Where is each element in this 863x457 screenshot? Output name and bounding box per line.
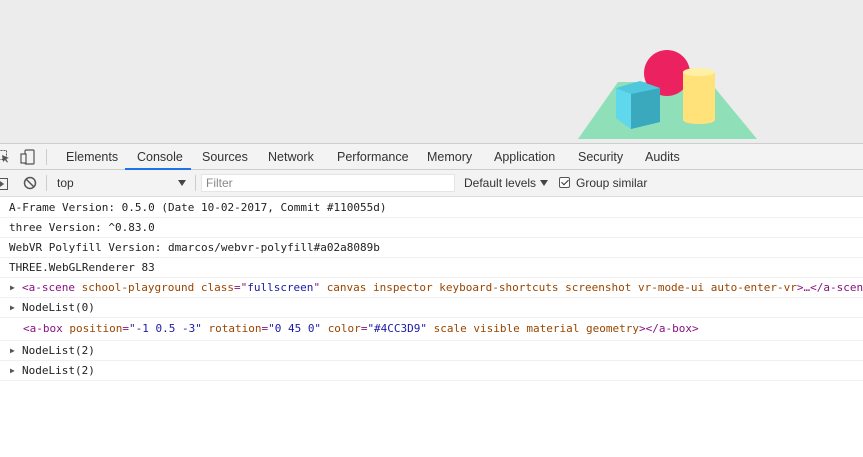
console-message-abox[interactable]: <a-box position="-1 0.5 -3" rotation="0 … <box>0 318 863 341</box>
tab-security[interactable]: Security <box>578 144 623 170</box>
console-message-nodelist[interactable]: ▶ NodeList(2) <box>0 361 863 381</box>
tab-memory[interactable]: Memory <box>427 144 472 170</box>
expand-triangle-icon[interactable]: ▶ <box>10 298 15 317</box>
ascene-element[interactable]: <a-scene school-playground class="fullsc… <box>22 278 863 297</box>
console-message-text: THREE.WebGLRenderer 83 <box>9 261 155 274</box>
nodelist-label[interactable]: NodeList(2) <box>22 361 95 380</box>
context-selector-label: top <box>57 176 74 190</box>
tab-application[interactable]: Application <box>494 144 555 170</box>
console-message: A-Frame Version: 0.5.0 (Date 10-02-2017,… <box>0 198 863 218</box>
log-levels-label: Default levels <box>464 176 537 190</box>
inspect-element-icon[interactable] <box>0 150 10 163</box>
aframe-scene-render <box>578 50 757 139</box>
box-side <box>631 88 660 129</box>
log-levels-dropdown[interactable]: Default levels <box>460 170 552 196</box>
group-similar-label: Group similar <box>576 176 648 190</box>
tabbar-divider <box>46 149 47 165</box>
expand-triangle-icon[interactable]: ▶ <box>10 341 15 360</box>
toolbar-divider-2 <box>195 175 196 191</box>
tab-console[interactable]: Console <box>137 144 183 170</box>
console-output: A-Frame Version: 0.5.0 (Date 10-02-2017,… <box>0 198 863 381</box>
expand-triangle-icon[interactable]: ▶ <box>10 361 15 380</box>
devtools-tabbar: Elements Console Sources Network Perform… <box>0 143 863 170</box>
filter-input[interactable] <box>201 174 455 192</box>
console-message-nodelist[interactable]: ▶ NodeList(0) <box>0 298 863 318</box>
tab-audits[interactable]: Audits <box>645 144 680 170</box>
cylinder-base <box>683 116 715 124</box>
tab-performance[interactable]: Performance <box>337 144 409 170</box>
log-levels-dropdown-icon <box>540 180 548 186</box>
tab-elements[interactable]: Elements <box>66 144 118 170</box>
tab-sources[interactable]: Sources <box>202 144 248 170</box>
console-message: WebVR Polyfill Version: dmarcos/webvr-po… <box>0 238 863 258</box>
context-dropdown-icon <box>178 180 186 186</box>
console-message: THREE.WebGLRenderer 83 <box>0 258 863 278</box>
console-toolbar: top Default levels Group similar <box>0 170 863 197</box>
console-message-nodelist[interactable]: ▶ NodeList(2) <box>0 341 863 361</box>
cylinder <box>683 72 715 120</box>
clear-console-icon[interactable] <box>23 176 37 190</box>
abox-element[interactable]: <a-box position="-1 0.5 -3" rotation="0 … <box>23 318 699 340</box>
console-message-text: A-Frame Version: 0.5.0 (Date 10-02-2017,… <box>9 201 387 214</box>
show-drawer-icon[interactable] <box>0 177 8 190</box>
device-toolbar-icon[interactable] <box>20 149 36 165</box>
console-message-ascene[interactable]: ▶ <a-scene school-playground class="full… <box>0 278 863 298</box>
group-similar-checkbox[interactable] <box>559 177 570 188</box>
cylinder-top <box>683 68 715 76</box>
console-message-text: three Version: ^0.83.0 <box>9 221 155 234</box>
nodelist-label[interactable]: NodeList(2) <box>22 341 95 360</box>
console-message: three Version: ^0.83.0 <box>0 218 863 238</box>
tab-network[interactable]: Network <box>268 144 314 170</box>
toolbar-divider <box>46 175 47 191</box>
context-selector[interactable]: top <box>52 170 190 196</box>
expand-triangle-icon[interactable]: ▶ <box>10 278 15 297</box>
nodelist-label[interactable]: NodeList(0) <box>22 298 95 317</box>
console-message-text: WebVR Polyfill Version: dmarcos/webvr-po… <box>9 241 380 254</box>
scene-viewport[interactable] <box>0 0 863 143</box>
